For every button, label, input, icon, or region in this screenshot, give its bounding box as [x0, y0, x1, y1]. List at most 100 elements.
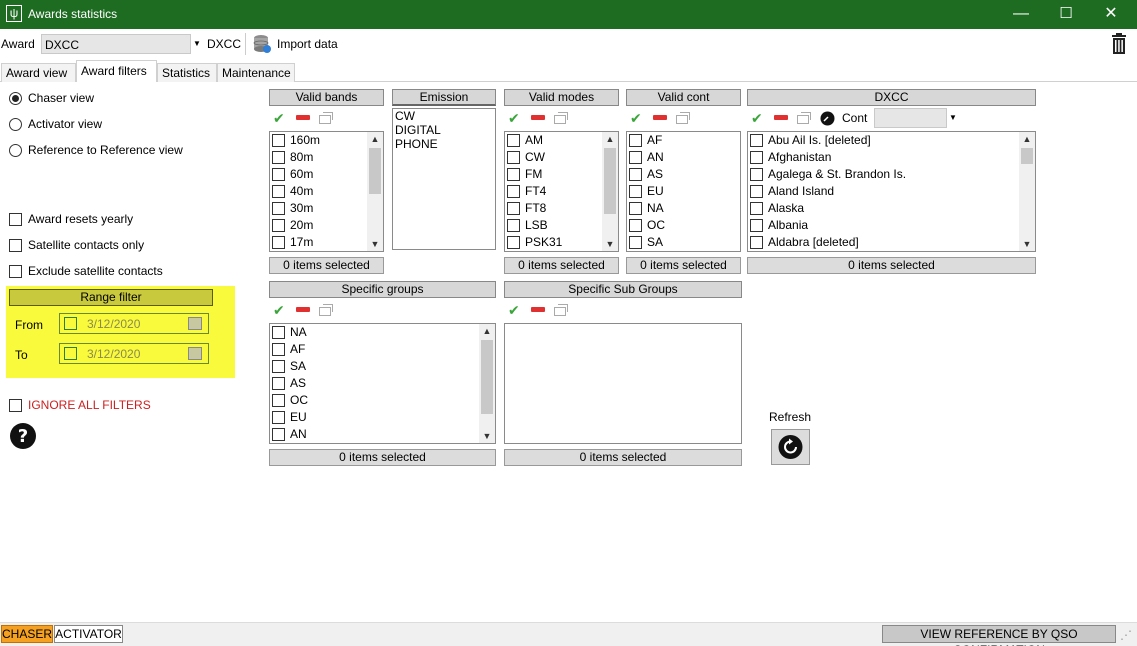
list-item-checkbox[interactable] [750, 219, 763, 232]
list-item-checkbox[interactable] [272, 134, 285, 147]
valid-modes-invert-icon[interactable] [554, 112, 568, 124]
dxcc-clear-icon[interactable] [774, 115, 788, 120]
valid-cont-clear-icon[interactable] [653, 115, 667, 120]
list-item-checkbox[interactable] [272, 343, 285, 356]
list-item-checkbox[interactable] [750, 151, 763, 164]
from-date-picker[interactable]: 3/12/2020 [59, 313, 209, 334]
scroll-down-icon[interactable]: ▼ [479, 429, 495, 443]
list-item-checkbox[interactable] [750, 134, 763, 147]
specific-groups-clear-icon[interactable] [296, 307, 310, 312]
list-item-checkbox[interactable] [272, 202, 285, 215]
valid-modes-clear-icon[interactable] [531, 115, 545, 120]
minimize-button[interactable]: — [998, 0, 1044, 29]
valid-modes-scrollbar[interactable]: ▲ ▼ [602, 132, 618, 251]
list-item-checkbox[interactable] [507, 168, 520, 181]
scroll-thumb[interactable] [604, 148, 616, 214]
list-item-checkbox[interactable] [272, 185, 285, 198]
activator-view-radio[interactable] [9, 118, 22, 131]
close-button[interactable]: ✕ [1088, 0, 1134, 29]
list-item-checkbox[interactable] [272, 219, 285, 232]
specific-groups-scrollbar[interactable]: ▲ ▼ [479, 324, 495, 443]
list-item-checkbox[interactable] [629, 236, 642, 249]
specific-groups-invert-icon[interactable] [319, 304, 333, 316]
chaser-mode-badge[interactable]: CHASER [1, 625, 53, 643]
list-item-checkbox[interactable] [629, 202, 642, 215]
dxcc-cont-dropdown-arrow-icon[interactable]: ▼ [947, 108, 959, 128]
list-item-checkbox[interactable] [507, 236, 520, 249]
resize-grip-icon[interactable]: ⋰ [1120, 628, 1134, 642]
to-calendar-icon[interactable] [188, 347, 202, 360]
award-combo[interactable]: DXCC [41, 34, 191, 54]
from-date-checkbox[interactable] [64, 317, 77, 330]
maximize-button[interactable]: ☐ [1043, 0, 1089, 29]
list-item-checkbox[interactable] [629, 219, 642, 232]
scroll-down-icon[interactable]: ▼ [1019, 237, 1035, 251]
dxcc-select-all-icon[interactable]: ✔ [751, 111, 763, 125]
dxcc-invert-icon[interactable] [797, 112, 811, 124]
specific-groups-list[interactable]: NA AF SA AS OC EU AN ▲ ▼ [269, 323, 496, 444]
scroll-down-icon[interactable]: ▼ [367, 237, 383, 251]
list-item-checkbox[interactable] [629, 134, 642, 147]
sub-groups-clear-icon[interactable] [531, 307, 545, 312]
list-item-checkbox[interactable] [750, 236, 763, 249]
from-calendar-icon[interactable] [188, 317, 202, 330]
tab-statistics[interactable]: Statistics [157, 63, 217, 82]
dxcc-scrollbar[interactable]: ▲ ▼ [1019, 132, 1035, 251]
activator-mode-badge[interactable]: ACTIVATOR [54, 625, 123, 643]
valid-cont-list[interactable]: AF AN AS EU NA OC SA [626, 131, 741, 252]
list-item-checkbox[interactable] [507, 202, 520, 215]
scroll-thumb[interactable] [481, 340, 493, 414]
reference-view-radio[interactable] [9, 144, 22, 157]
emission-item-phone[interactable]: PHONE [395, 137, 438, 151]
valid-bands-clear-icon[interactable] [296, 115, 310, 120]
award-resets-yearly-checkbox[interactable] [9, 213, 22, 226]
scroll-thumb[interactable] [1021, 148, 1033, 164]
list-item-checkbox[interactable] [507, 134, 520, 147]
emission-item-digital[interactable]: DIGITAL [395, 123, 441, 137]
list-item-checkbox[interactable] [629, 151, 642, 164]
exclude-satellite-checkbox[interactable] [9, 265, 22, 278]
specific-groups-select-all-icon[interactable]: ✔ [273, 303, 285, 317]
valid-modes-list[interactable]: AM CW FM FT4 FT8 LSB PSK31 ▲ ▼ [504, 131, 619, 252]
ignore-all-filters-checkbox[interactable] [9, 399, 22, 412]
refresh-button[interactable] [771, 429, 810, 465]
delete-button[interactable] [1110, 33, 1128, 55]
scroll-up-icon[interactable]: ▲ [1019, 132, 1035, 146]
specific-sub-groups-list[interactable] [504, 323, 742, 444]
valid-bands-invert-icon[interactable] [319, 112, 333, 124]
list-item-checkbox[interactable] [272, 377, 285, 390]
sub-groups-select-all-icon[interactable]: ✔ [508, 303, 520, 317]
list-item-checkbox[interactable] [272, 411, 285, 424]
emission-list[interactable]: CW DIGITAL PHONE [392, 108, 496, 250]
dxcc-cont-filter-button[interactable] [820, 111, 835, 126]
list-item-checkbox[interactable] [507, 151, 520, 164]
valid-bands-select-all-icon[interactable]: ✔ [273, 111, 285, 125]
import-data-button[interactable] [252, 34, 272, 54]
help-button[interactable]: ? [9, 422, 37, 450]
emission-item-cw[interactable]: CW [395, 109, 415, 123]
list-item-checkbox[interactable] [750, 168, 763, 181]
valid-modes-select-all-icon[interactable]: ✔ [508, 111, 520, 125]
list-item-checkbox[interactable] [272, 428, 285, 441]
award-dropdown-arrow-icon[interactable]: ▼ [191, 34, 203, 54]
list-item-checkbox[interactable] [272, 236, 285, 249]
list-item-checkbox[interactable] [272, 394, 285, 407]
tab-award-filters[interactable]: Award filters [76, 60, 157, 82]
satellite-only-checkbox[interactable] [9, 239, 22, 252]
list-item-checkbox[interactable] [272, 168, 285, 181]
to-date-picker[interactable]: 3/12/2020 [59, 343, 209, 364]
list-item-checkbox[interactable] [507, 219, 520, 232]
to-date-checkbox[interactable] [64, 347, 77, 360]
import-data-label[interactable]: Import data [277, 37, 338, 51]
list-item-checkbox[interactable] [750, 202, 763, 215]
valid-bands-scrollbar[interactable]: ▲ ▼ [367, 132, 383, 251]
list-item-checkbox[interactable] [272, 360, 285, 373]
tab-award-view[interactable]: Award view [1, 63, 76, 82]
tab-maintenance[interactable]: Maintenance [217, 63, 295, 82]
scroll-up-icon[interactable]: ▲ [367, 132, 383, 146]
valid-cont-select-all-icon[interactable]: ✔ [630, 111, 642, 125]
sub-groups-invert-icon[interactable] [554, 304, 568, 316]
scroll-up-icon[interactable]: ▲ [602, 132, 618, 146]
view-reference-button[interactable]: VIEW REFERENCE BY QSO CONFIRMATION [882, 625, 1116, 646]
scroll-up-icon[interactable]: ▲ [479, 324, 495, 338]
